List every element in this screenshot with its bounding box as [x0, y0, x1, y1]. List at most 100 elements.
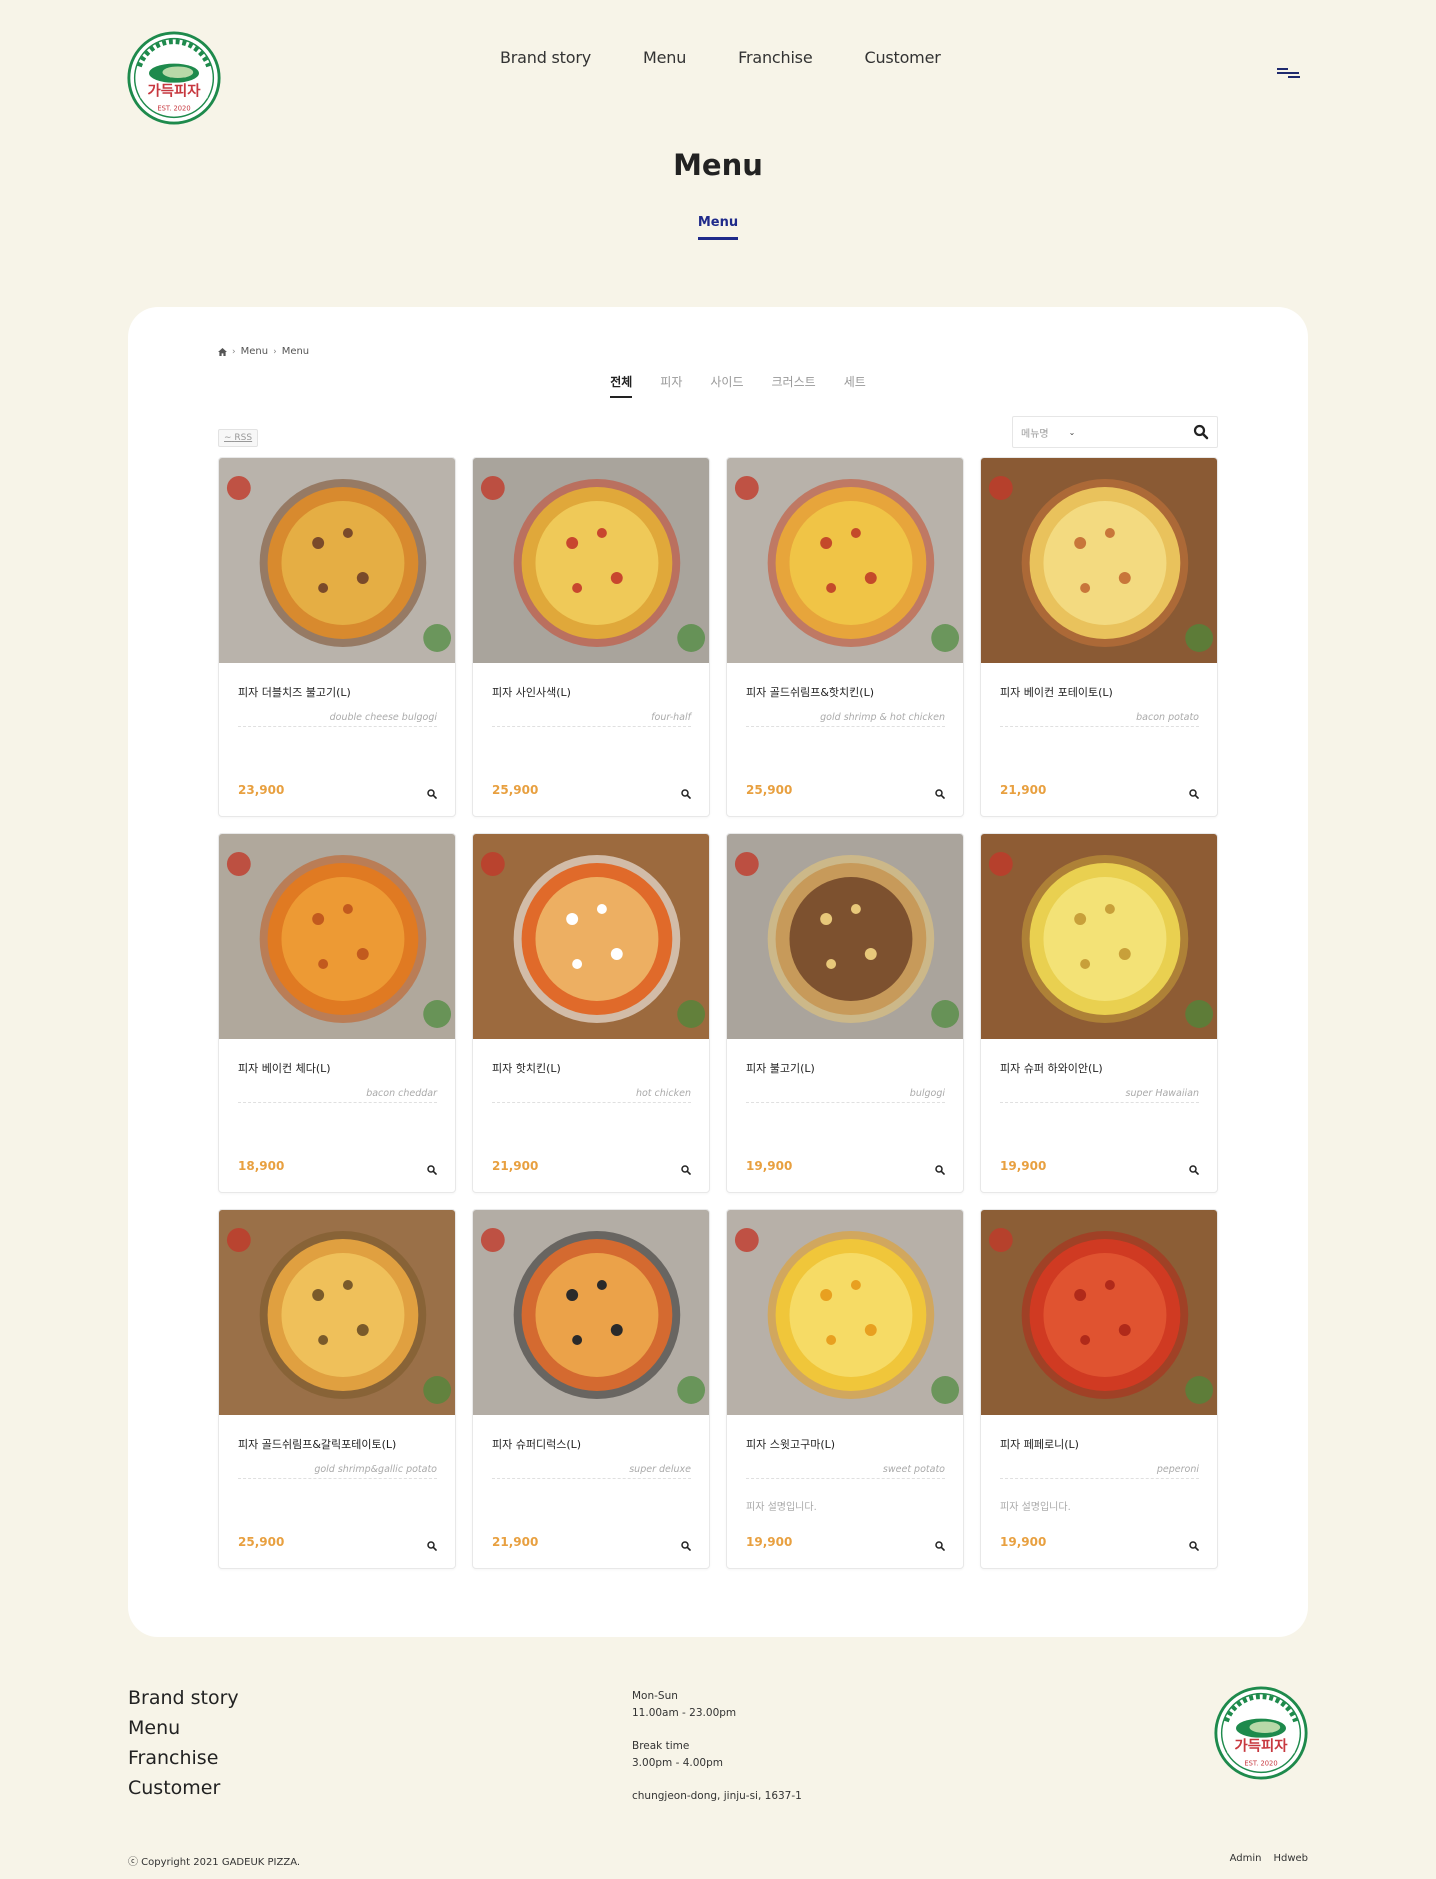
- product-name[interactable]: 피자 페페로니(L): [1000, 1436, 1079, 1452]
- divider: [1000, 1102, 1199, 1103]
- pizza-photo-icon: [473, 458, 709, 663]
- product-image[interactable]: [727, 458, 963, 663]
- product-card[interactable]: 피자 페페로니(L) peperoni 피자 설명입니다. 19,900: [980, 1209, 1218, 1569]
- product-card[interactable]: 피자 슈퍼디럭스(L) super deluxe 21,900: [472, 1209, 710, 1569]
- product-name[interactable]: 피자 스윗고구마(L): [746, 1436, 835, 1452]
- product-name[interactable]: 피자 골드쉬림프&갈릭포테이토(L): [238, 1436, 396, 1452]
- tab-pizza[interactable]: 피자: [660, 373, 682, 398]
- svg-text:EST. 2020: EST. 2020: [1244, 1760, 1277, 1768]
- pizza-photo-icon: [727, 834, 963, 1039]
- product-price: 19,900: [1000, 1159, 1047, 1173]
- break-value: 3.00pm - 4.00pm: [632, 1757, 724, 1769]
- breadcrumb-separator: ›: [273, 346, 277, 357]
- hdweb-link[interactable]: Hdweb: [1273, 1853, 1308, 1864]
- breadcrumb: › Menu › Menu: [218, 346, 309, 357]
- product-image[interactable]: [727, 1210, 963, 1415]
- logo-emblem-icon: 가득피자 EST. 2020: [1214, 1686, 1308, 1780]
- breadcrumb-item[interactable]: Menu: [282, 346, 309, 357]
- product-card[interactable]: 피자 골드쉬림프&갈릭포테이토(L) gold shrimp&gallic pot…: [218, 1209, 456, 1569]
- nav-franchise[interactable]: Franchise: [738, 48, 813, 67]
- magnifier-icon[interactable]: [935, 1165, 945, 1175]
- footer-nav-franchise[interactable]: Franchise: [128, 1748, 239, 1769]
- tab-crust[interactable]: 크러스트: [772, 373, 816, 398]
- product-image[interactable]: [981, 834, 1217, 1039]
- product-card[interactable]: 피자 슈퍼 하와이안(L) super Hawaiian 19,900: [980, 833, 1218, 1193]
- footer-nav-customer[interactable]: Customer: [128, 1778, 239, 1799]
- brand-logo[interactable]: 가득피자 EST. 2020: [126, 30, 222, 126]
- magnifier-icon[interactable]: [681, 1541, 691, 1551]
- product-image[interactable]: [981, 1210, 1217, 1415]
- product-name[interactable]: 피자 슈퍼디럭스(L): [492, 1436, 581, 1452]
- magnifier-icon[interactable]: [935, 789, 945, 799]
- product-card[interactable]: 피자 더블치즈 불고기(L) double cheese bulgogi 23,90…: [218, 457, 456, 817]
- magnifier-icon[interactable]: [427, 1165, 437, 1175]
- rss-label: RSS: [234, 433, 253, 443]
- product-price: 18,900: [238, 1159, 285, 1173]
- pizza-photo-icon: [473, 1210, 709, 1415]
- product-image[interactable]: [219, 834, 455, 1039]
- subtab-menu[interactable]: Menu: [697, 215, 739, 240]
- breadcrumb-item[interactable]: Menu: [241, 346, 268, 357]
- footer-logo[interactable]: 가득피자 EST. 2020: [1213, 1685, 1309, 1781]
- product-card[interactable]: 피자 사인사색(L) four-half 25,900: [472, 457, 710, 817]
- product-grid: 피자 더블치즈 불고기(L) double cheese bulgogi 23,90…: [218, 457, 1218, 1569]
- home-icon[interactable]: [218, 347, 227, 356]
- product-name[interactable]: 피자 슈퍼 하와이안(L): [1000, 1060, 1103, 1076]
- divider: [746, 1102, 945, 1103]
- product-name[interactable]: 피자 베이컨 포테이토(L): [1000, 684, 1113, 700]
- hamburger-icon[interactable]: [1277, 67, 1301, 79]
- product-image[interactable]: [727, 834, 963, 1039]
- nav-brand-story[interactable]: Brand story: [500, 48, 591, 67]
- product-card[interactable]: 피자 스윗고구마(L) sweet potato 피자 설명입니다. 19,900: [726, 1209, 964, 1569]
- product-card[interactable]: 피자 핫치킨(L) hot chicken 21,900: [472, 833, 710, 1193]
- search-icon[interactable]: [1193, 424, 1209, 440]
- footer-nav-menu[interactable]: Menu: [128, 1718, 239, 1739]
- product-name[interactable]: 피자 핫치킨(L): [492, 1060, 561, 1076]
- search-select-value: 메뉴명: [1021, 428, 1049, 440]
- product-name[interactable]: 피자 골드쉬림프&핫치킨(L): [746, 684, 874, 700]
- magnifier-icon[interactable]: [681, 1165, 691, 1175]
- magnifier-icon[interactable]: [935, 1541, 945, 1551]
- search-field-select[interactable]: 메뉴명 ⌄: [1021, 425, 1091, 440]
- product-card[interactable]: 피자 베이컨 체다(L) bacon cheddar 18,900: [218, 833, 456, 1193]
- product-description: 피자 설명입니다.: [746, 1502, 817, 1513]
- product-name[interactable]: 피자 더블치즈 불고기(L): [238, 684, 351, 700]
- product-image[interactable]: [981, 458, 1217, 663]
- product-image[interactable]: [219, 1210, 455, 1415]
- search-input[interactable]: [1091, 426, 1193, 438]
- magnifier-icon[interactable]: [1189, 1165, 1199, 1175]
- pizza-photo-icon: [981, 458, 1217, 663]
- tab-side[interactable]: 사이드: [710, 373, 743, 398]
- product-image[interactable]: [219, 458, 455, 663]
- product-card[interactable]: 피자 베이컨 포테이토(L) bacon potato 21,900: [980, 457, 1218, 817]
- footer-links: Admin Hdweb: [1230, 1853, 1308, 1864]
- product-image[interactable]: [473, 458, 709, 663]
- product-english-name: gold shrimp & hot chicken: [820, 712, 945, 723]
- product-name[interactable]: 피자 베이컨 체다(L): [238, 1060, 331, 1076]
- product-image[interactable]: [473, 1210, 709, 1415]
- magnifier-icon[interactable]: [681, 789, 691, 799]
- product-card[interactable]: 피자 불고기(L) bulgogi 19,900: [726, 833, 964, 1193]
- nav-menu[interactable]: Menu: [643, 48, 686, 67]
- tab-all[interactable]: 전체: [610, 373, 633, 398]
- nav-customer[interactable]: Customer: [864, 48, 940, 67]
- pizza-photo-icon: [727, 458, 963, 663]
- admin-link[interactable]: Admin: [1230, 1853, 1262, 1864]
- product-image[interactable]: [473, 834, 709, 1039]
- magnifier-icon[interactable]: [1189, 789, 1199, 799]
- product-name[interactable]: 피자 사인사색(L): [492, 684, 571, 700]
- magnifier-icon[interactable]: [427, 789, 437, 799]
- product-price: 19,900: [746, 1535, 793, 1549]
- product-card[interactable]: 피자 골드쉬림프&핫치킨(L) gold shrimp & hot chicken…: [726, 457, 964, 817]
- product-name[interactable]: 피자 불고기(L): [746, 1060, 815, 1076]
- product-price: 21,900: [1000, 783, 1047, 797]
- tab-set[interactable]: 세트: [844, 373, 866, 398]
- pizza-photo-icon: [727, 1210, 963, 1415]
- hamburger-line: [1288, 76, 1300, 78]
- footer-nav-brand-story[interactable]: Brand story: [128, 1688, 239, 1709]
- product-price: 21,900: [492, 1159, 539, 1173]
- magnifier-icon[interactable]: [1189, 1541, 1199, 1551]
- main-nav: Brand story Menu Franchise Customer: [500, 48, 941, 67]
- magnifier-icon[interactable]: [427, 1541, 437, 1551]
- rss-button[interactable]: ∼ RSS: [218, 429, 259, 447]
